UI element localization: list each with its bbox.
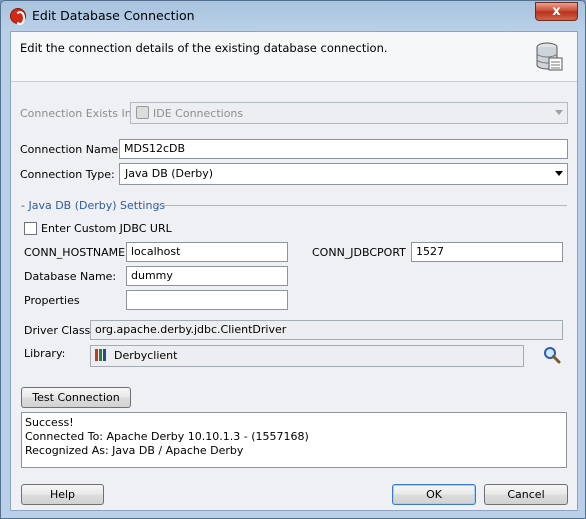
dialog-window: Edit Database Connection x Edit the conn…: [0, 0, 586, 519]
connection-name-label: Connection Name:: [20, 143, 122, 156]
derby-settings-title: Java DB (Derby) Settings: [28, 199, 166, 212]
cancel-button[interactable]: Cancel: [484, 484, 568, 505]
test-connection-button[interactable]: Test Connection: [21, 387, 131, 408]
connection-name-input[interactable]: MDS12cDB: [119, 139, 568, 159]
connection-exists-in-combo[interactable]: IDE Connections: [130, 102, 568, 124]
connection-type-label: Connection Type:: [20, 168, 115, 181]
database-name-label: Database Name:: [24, 270, 117, 283]
search-icon[interactable]: [543, 346, 561, 364]
test-results-area[interactable]: Success! Connected To: Apache Derby 10.1…: [21, 412, 567, 468]
connection-type-value: Java DB (Derby): [125, 167, 214, 180]
help-button[interactable]: Help: [21, 484, 104, 505]
dialog-body: Edit the connection details of the exist…: [10, 31, 578, 511]
jdbcport-input[interactable]: 1527: [411, 242, 563, 262]
library-field[interactable]: Derbyclient: [90, 345, 524, 367]
custom-jdbc-label: Enter Custom JDBC URL: [41, 222, 172, 235]
hostname-label: CONN_HOSTNAME: [24, 246, 126, 259]
properties-input[interactable]: [126, 290, 288, 310]
window-title: Edit Database Connection: [32, 8, 195, 23]
close-button[interactable]: x: [535, 2, 578, 21]
driver-class-input[interactable]: org.apache.derby.jdbc.ClientDriver: [90, 320, 563, 340]
result-line: Recognized As: Java DB / Apache Derby: [25, 444, 244, 457]
hostname-input[interactable]: localhost: [126, 242, 288, 262]
chevron-down-icon: [555, 171, 563, 176]
connection-type-combo[interactable]: Java DB (Derby): [119, 163, 568, 185]
library-label: Library:: [24, 347, 66, 360]
library-books-icon: [95, 349, 109, 361]
header-description: Edit the connection details of the exist…: [20, 41, 388, 55]
ok-button[interactable]: OK: [392, 484, 476, 505]
driver-class-label: Driver Class:: [24, 324, 94, 337]
library-value: Derbyclient: [114, 349, 178, 362]
result-line: Connected To: Apache Derby 10.10.1.3 - (…: [25, 430, 309, 443]
connection-exists-in-label: Connection Exists In:: [20, 107, 136, 120]
jdbcport-label: CONN_JDBCPORT: [312, 246, 406, 259]
oracle-app-icon: [10, 8, 26, 25]
header-panel: Edit the connection details of the exist…: [11, 32, 577, 82]
connection-exists-in-value: IDE Connections: [153, 107, 244, 120]
database-name-input[interactable]: dummy: [126, 266, 288, 286]
chevron-down-icon: [555, 110, 563, 115]
derby-settings-header[interactable]: - Java DB (Derby) Settings: [21, 199, 165, 212]
section-divider: [153, 205, 567, 206]
title-bar[interactable]: Edit Database Connection x: [1, 1, 585, 31]
custom-jdbc-checkbox[interactable]: [24, 222, 37, 235]
database-icon: [536, 42, 563, 71]
result-line: Success!: [25, 416, 74, 429]
ide-connections-icon: [136, 106, 149, 119]
properties-label: Properties: [24, 294, 80, 307]
